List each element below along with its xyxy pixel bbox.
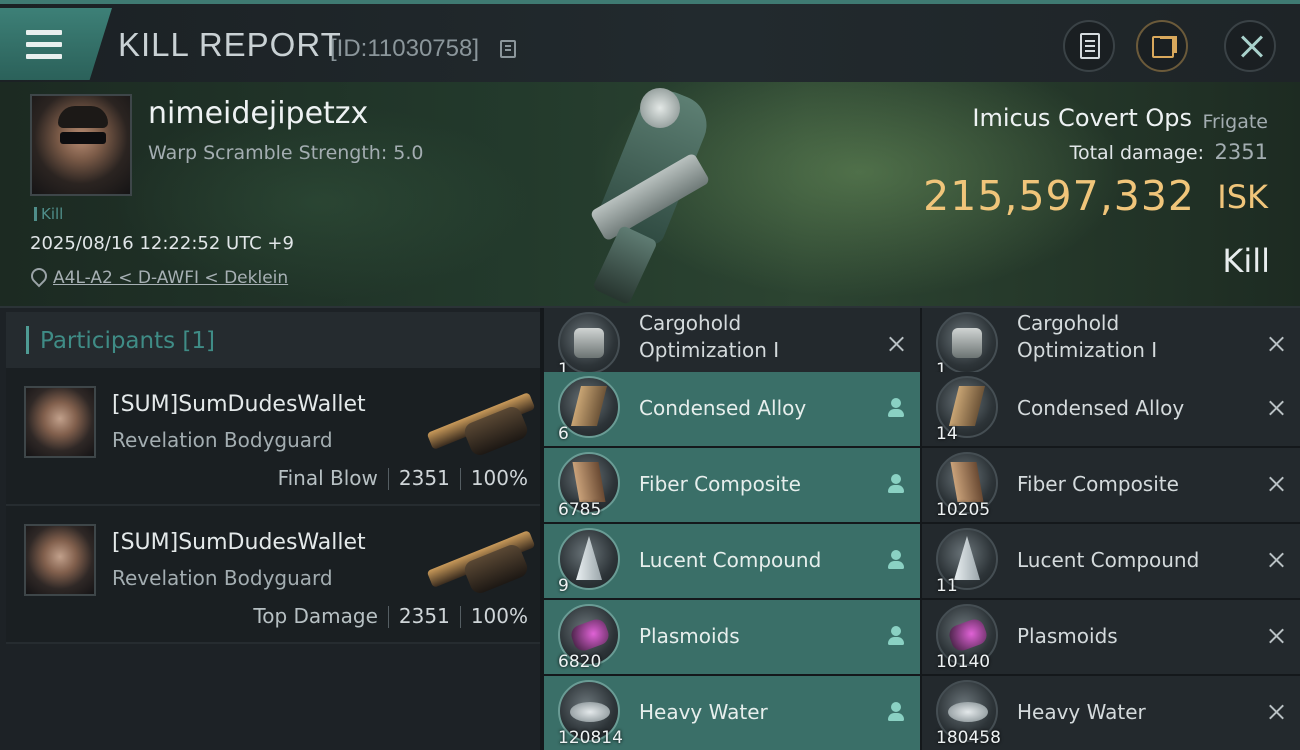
participant-damage-percent: 100% [470, 466, 528, 490]
page-title: KILL REPORT [118, 26, 342, 63]
item-name: Plasmoids [1017, 624, 1118, 648]
clipboard-icon [1080, 33, 1100, 59]
item-name: Cargohold Optimization I [639, 311, 780, 362]
participant-ship: Revelation Bodyguard [112, 566, 333, 590]
participant-avatar[interactable] [24, 386, 96, 458]
item-row-lucent-compound[interactable]: 11 Lucent Compound [922, 524, 1300, 598]
item-name: Condensed Alloy [1017, 396, 1185, 420]
participant-damage: 2351 [398, 604, 450, 628]
item-name: Heavy Water [1017, 700, 1146, 724]
participant-ship: Revelation Bodyguard [112, 428, 333, 452]
item-quantity: 14 [936, 424, 958, 444]
participant-stats: Top Damage 2351 100% [253, 604, 528, 628]
item-row-lucent-compound[interactable]: 9 Lucent Compound [544, 524, 920, 598]
total-damage-label: Total damage: [1069, 142, 1204, 164]
item-name: Fiber Composite [639, 472, 801, 496]
item-name: Cargohold Optimization I [1017, 311, 1158, 362]
item-name: Fiber Composite [1017, 472, 1179, 496]
report-id: [ID:11030758] [330, 35, 480, 62]
participant-avatar[interactable] [24, 524, 96, 596]
isk-value: 215,597,332 [923, 172, 1195, 220]
item-name: Plasmoids [639, 624, 740, 648]
item-row-plasmoids[interactable]: 10140 Plasmoids [922, 600, 1300, 674]
item-name: Condensed Alloy [639, 396, 807, 420]
item-quantity: 6785 [558, 500, 602, 520]
participant-damage: 2351 [398, 466, 450, 490]
victim-pilot-name[interactable]: nimeidejipetzx [148, 96, 368, 131]
final-blow-label: Final Blow [277, 466, 378, 490]
destroyed-x-icon [1266, 550, 1286, 570]
item-row-plasmoids[interactable]: 6820 Plasmoids [544, 600, 920, 674]
participant-stats: Final Blow 2351 100% [278, 466, 528, 490]
item-quantity: 120814 [558, 728, 623, 748]
dropped-person-icon [886, 550, 906, 570]
participant-row[interactable]: [SUM]SumDudesWallet Revelation Bodyguard… [6, 506, 540, 644]
victim-panel: nimeidejipetzx Warp Scramble Strength: 5… [0, 82, 1300, 308]
share-button[interactable] [1136, 20, 1188, 72]
kill-tag: Kill [34, 205, 63, 223]
item-row-fiber-composite[interactable]: 10205 Fiber Composite [922, 448, 1300, 522]
item-name: Lucent Compound [1017, 548, 1200, 572]
copy-icon[interactable] [500, 40, 516, 58]
item-row-condensed-alloy[interactable]: 14 Condensed Alloy [922, 372, 1300, 446]
warp-scramble-strength: Warp Scramble Strength: 5.0 [148, 142, 424, 164]
participant-name: [SUM]SumDudesWallet [112, 530, 366, 555]
destroyed-x-icon [1266, 398, 1286, 418]
title-bar: KILL REPORT [ID:11030758] [0, 0, 1300, 82]
item-row-condensed-alloy[interactable]: 6 Condensed Alloy [544, 372, 920, 446]
dropped-person-icon [886, 702, 906, 722]
kill-timestamp: 2025/08/16 12:22:52 UTC +9 [30, 233, 294, 254]
dropped-person-icon [886, 398, 906, 418]
victim-ship-class: Frigate [1202, 111, 1268, 133]
participants-header: Participants [1] [6, 312, 540, 368]
destroyed-x-icon [1266, 334, 1286, 354]
dropped-person-icon [886, 474, 906, 494]
total-damage-value: 2351 [1214, 140, 1268, 164]
participant-name: [SUM]SumDudesWallet [112, 392, 366, 417]
isk-unit: ISK [1217, 178, 1268, 216]
close-button[interactable] [1224, 20, 1276, 72]
victim-avatar[interactable] [30, 94, 132, 196]
destroyed-x-icon [1266, 474, 1286, 494]
item-quantity: 10140 [936, 652, 991, 672]
kill-result-label: Kill [1222, 242, 1270, 280]
destroyed-x-icon [1266, 702, 1286, 722]
item-row-heavy-water[interactable]: 180458 Heavy Water [922, 676, 1300, 750]
top-damage-label: Top Damage [253, 604, 378, 628]
item-quantity: 180458 [936, 728, 1001, 748]
item-row-cargohold-optimization[interactable]: 1 Cargohold Optimization I [544, 308, 920, 382]
participants-title: Participants [1] [40, 328, 215, 354]
item-quantity: 6820 [558, 652, 602, 672]
destroyed-x-icon [886, 334, 906, 354]
item-row-cargohold-optimization[interactable]: 1 Cargohold Optimization I [922, 308, 1300, 382]
item-name: Lucent Compound [639, 548, 822, 572]
item-quantity: 6 [558, 424, 569, 444]
hamburger-menu-icon[interactable] [26, 30, 62, 60]
participant-damage-percent: 100% [470, 604, 528, 628]
share-icon [1152, 36, 1177, 58]
participant-ship-image [426, 384, 538, 459]
participant-row[interactable]: [SUM]SumDudesWallet Revelation Bodyguard… [6, 368, 540, 506]
destroyed-x-icon [1266, 626, 1286, 646]
kill-location-link[interactable]: A4L-A2 < D-AWFI < Deklein [53, 268, 288, 288]
dropped-person-icon [886, 626, 906, 646]
menu-tab[interactable] [0, 8, 112, 80]
item-quantity: 9 [558, 576, 569, 596]
participants-panel: Participants [1] [SUM]SumDudesWallet Rev… [0, 308, 540, 750]
participant-ship-image [426, 522, 538, 597]
item-row-fiber-composite[interactable]: 6785 Fiber Composite [544, 448, 920, 522]
item-quantity: 10205 [936, 500, 991, 520]
item-name: Heavy Water [639, 700, 768, 724]
victim-ship-image[interactable] [580, 82, 740, 306]
victim-ship-name[interactable]: Imicus Covert Ops [972, 104, 1192, 132]
item-row-heavy-water[interactable]: 120814 Heavy Water [544, 676, 920, 750]
clipboard-button[interactable] [1063, 20, 1115, 72]
location-pin-icon [30, 268, 44, 286]
item-quantity: 11 [936, 576, 958, 596]
